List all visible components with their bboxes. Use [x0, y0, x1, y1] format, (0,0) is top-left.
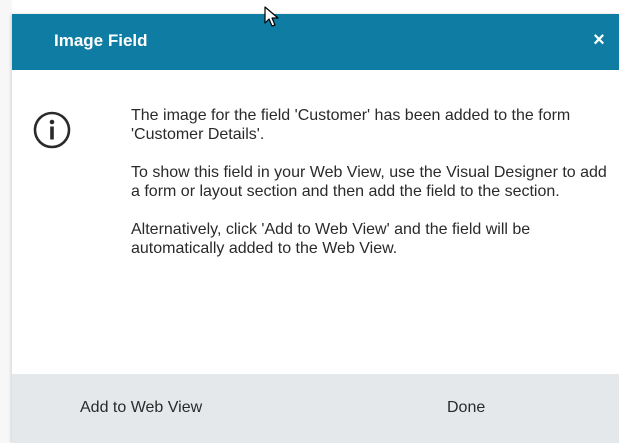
dialog-title: Image Field	[54, 31, 148, 50]
message-paragraph-1: The image for the field 'Customer' has b…	[131, 107, 571, 143]
dialog-body: The image for the field 'Customer' has b…	[12, 70, 619, 374]
dialog-message: The image for the field 'Customer' has b…	[131, 106, 611, 277]
info-icon	[33, 111, 71, 149]
message-paragraph-2: To show this field in your Web View, use…	[131, 164, 607, 200]
add-to-web-view-button[interactable]: Add to Web View	[80, 396, 202, 420]
close-icon[interactable]: ×	[587, 26, 611, 54]
background-left	[0, 0, 12, 443]
dialog-header: Image Field ×	[12, 14, 619, 70]
image-field-dialog: Image Field × The image for the field 'C…	[12, 14, 619, 443]
done-button[interactable]: Done	[447, 396, 485, 420]
message-paragraph-3: Alternatively, click 'Add to Web View' a…	[131, 221, 531, 257]
page: Image Field × The image for the field 'C…	[0, 0, 619, 443]
dialog-footer: Add to Web View Done	[12, 374, 619, 443]
mouse-pointer-icon	[264, 6, 279, 27]
background-top	[0, 0, 619, 14]
